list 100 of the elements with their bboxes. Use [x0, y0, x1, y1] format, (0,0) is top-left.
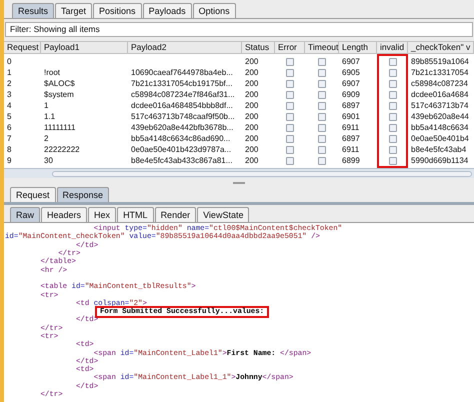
- checkbox[interactable]: [388, 134, 396, 142]
- column-header[interactable]: Timeout: [305, 41, 339, 54]
- checkbox[interactable]: [286, 124, 294, 132]
- tab[interactable]: Payloads: [142, 3, 192, 18]
- table-cell: 6909: [342, 90, 360, 100]
- table-cell: 30: [44, 156, 53, 166]
- tab[interactable]: Hex: [88, 207, 116, 222]
- table-cell: 439eb620a8e442bfb3678b...: [131, 122, 234, 132]
- checkbox[interactable]: [388, 124, 396, 132]
- table-cell: 7: [7, 134, 12, 144]
- checkbox[interactable]: [318, 124, 326, 132]
- checkbox[interactable]: [318, 156, 326, 164]
- table-cell: 10690caeaf7644978ba4eb...: [131, 68, 233, 78]
- checkbox[interactable]: [318, 134, 326, 142]
- table-cell: 0e0ae50e401b423d9787a...: [131, 144, 232, 154]
- checkbox[interactable]: [286, 68, 294, 76]
- checkbox[interactable]: [286, 146, 294, 154]
- table-cell: 517c463713b748caaf9f50b...: [131, 112, 235, 122]
- table-cell: 6901: [342, 112, 360, 122]
- checkbox[interactable]: [286, 134, 294, 142]
- table-cell: bb5a4148c6634c86ad690...: [131, 134, 230, 144]
- table-cell: 6905: [342, 68, 360, 78]
- column-header[interactable]: _checkToken" v: [408, 41, 474, 54]
- table-cell: 200: [245, 156, 258, 166]
- table-cell: 1: [44, 100, 48, 110]
- table-cell: 1: [7, 68, 12, 78]
- checkbox[interactable]: [318, 68, 326, 76]
- table-cell: 11111111: [44, 122, 76, 132]
- splitter-handle[interactable]: [233, 182, 245, 184]
- checkbox[interactable]: [318, 90, 326, 98]
- tab[interactable]: Render: [154, 207, 196, 222]
- column-header[interactable]: Payload2: [128, 41, 242, 54]
- table-cell: dcdee016a4684: [411, 90, 468, 100]
- table-cell: 6: [7, 122, 12, 132]
- table-cell: 8: [7, 144, 12, 154]
- table-cell: 6907: [342, 56, 360, 66]
- horizontal-scrollbar[interactable]: [4, 168, 474, 178]
- table-cell: c58984c087234e7f846af31...: [131, 90, 235, 100]
- checkbox[interactable]: [318, 58, 326, 66]
- table-cell: 439eb620a8e44: [411, 112, 469, 122]
- table-cell: 6907: [342, 78, 360, 88]
- checkbox[interactable]: [388, 90, 396, 98]
- tab[interactable]: Results: [12, 3, 54, 18]
- table-cell: 2: [7, 78, 12, 88]
- tab[interactable]: Response: [56, 187, 110, 202]
- table-cell: 2: [44, 134, 48, 144]
- table-cell: 200: [245, 78, 258, 88]
- checkbox[interactable]: [286, 90, 294, 98]
- checkbox[interactable]: [286, 80, 294, 88]
- checkbox[interactable]: [286, 156, 294, 164]
- table-cell: 1.1: [44, 112, 56, 122]
- table-cell: 5990d669b1134: [411, 156, 468, 166]
- table-cell: 517c463713b74: [411, 100, 468, 110]
- column-header[interactable]: Request: [4, 41, 41, 54]
- checkbox[interactable]: [388, 146, 396, 154]
- table-cell: c58984c087234: [411, 78, 468, 88]
- column-header[interactable]: invalid: [377, 41, 408, 54]
- checkbox[interactable]: [388, 156, 396, 164]
- column-header[interactable]: Status: [242, 41, 275, 54]
- column-header[interactable]: Error: [275, 41, 305, 54]
- checkbox[interactable]: [388, 58, 396, 66]
- tab[interactable]: Headers: [41, 207, 88, 222]
- checkbox[interactable]: [318, 102, 326, 110]
- checkbox[interactable]: [318, 80, 326, 88]
- table-cell: 200: [245, 68, 258, 78]
- filter-bar[interactable]: Filter: Showing all items: [5, 22, 473, 37]
- table-cell: 4: [7, 100, 12, 110]
- table-cell: bb5a4148c6634: [411, 122, 468, 132]
- checkbox[interactable]: [286, 112, 294, 120]
- column-header[interactable]: Length: [339, 41, 377, 54]
- table-cell: 200: [245, 144, 258, 154]
- tab[interactable]: Request: [10, 187, 56, 202]
- tab[interactable]: Options: [192, 3, 236, 18]
- table-cell: 200: [245, 100, 258, 110]
- checkbox[interactable]: [388, 80, 396, 88]
- tab[interactable]: Target: [55, 3, 92, 18]
- table-cell: $system: [44, 90, 74, 100]
- table-cell: 5: [7, 112, 12, 122]
- checkbox[interactable]: [388, 112, 396, 120]
- table-cell: b8e4e5fc43ab4: [411, 144, 466, 154]
- table-cell: 0: [7, 56, 12, 66]
- tab[interactable]: Raw: [10, 207, 40, 222]
- table-cell: 200: [245, 112, 258, 122]
- tab[interactable]: HTML: [117, 207, 154, 222]
- table-cell: 200: [245, 122, 258, 132]
- checkbox[interactable]: [318, 112, 326, 120]
- checkbox[interactable]: [318, 146, 326, 154]
- checkbox[interactable]: [286, 58, 294, 66]
- table-cell: 200: [245, 56, 258, 66]
- table-cell: dcdee016a4684854bbb8df...: [131, 100, 233, 110]
- table-cell: 9: [7, 156, 12, 166]
- table-cell: 22222222: [44, 144, 80, 154]
- checkbox[interactable]: [388, 102, 396, 110]
- checkbox[interactable]: [388, 68, 396, 76]
- table-cell: !root: [44, 68, 60, 78]
- table-cell: 3: [7, 90, 12, 100]
- tab[interactable]: Positions: [93, 3, 142, 18]
- column-header[interactable]: Payload1: [41, 41, 128, 54]
- tab[interactable]: ViewState: [197, 207, 250, 222]
- checkbox[interactable]: [286, 102, 294, 110]
